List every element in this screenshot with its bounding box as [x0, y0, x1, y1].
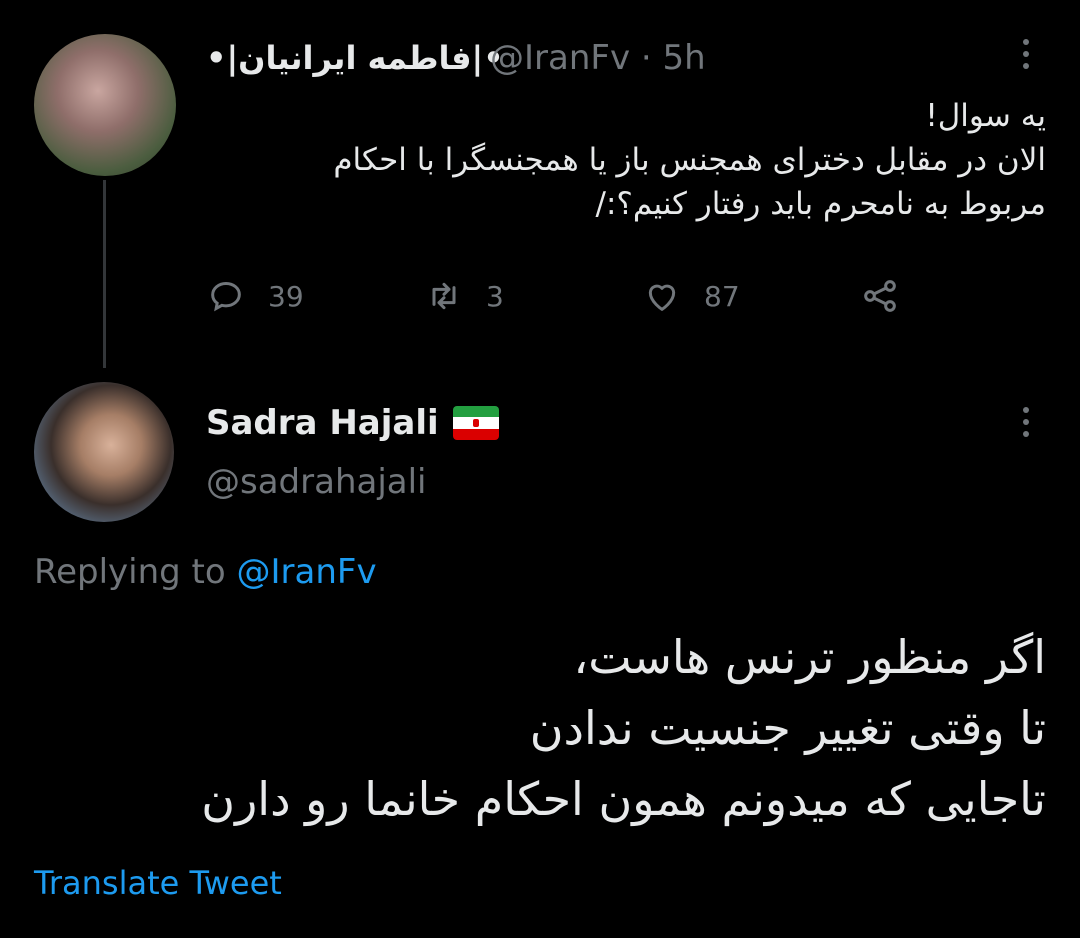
share-icon — [864, 280, 896, 312]
retweet-icon — [432, 282, 456, 310]
more-vertical-icon[interactable] — [1016, 402, 1036, 448]
reply-text: اگر منظور ترنس هاست، تا وقتی تغییر جنسیت… — [46, 622, 1046, 835]
replying-to: Replying to @IranFv — [34, 552, 377, 592]
retweet-count: 3 — [486, 279, 504, 313]
tweet-text: یه سوال! الان در مقابل دخترای همجنس باز … — [206, 94, 1046, 226]
tweet-header: •|فاطمه ایرانیان|• — [206, 36, 504, 80]
display-name[interactable]: Sadra Hajali — [206, 403, 439, 443]
replying-to-link[interactable]: @IranFv — [237, 552, 377, 592]
tweet-meta: @IranFv · 5h — [490, 36, 706, 80]
replying-prefix: Replying to — [34, 552, 226, 592]
reply-icon — [211, 281, 241, 312]
reply-text-line: اگر منظور ترنس هاست، — [573, 630, 1046, 684]
share-button[interactable] — [860, 276, 922, 316]
meta-separator: · — [640, 38, 652, 78]
tweet-text-line: یه سوال! — [925, 98, 1046, 134]
more-vertical-icon[interactable] — [1016, 34, 1036, 80]
tweet-text-line: مربوط به نامحرم باید رفتار کنیم؟:/ — [595, 186, 1047, 222]
timestamp[interactable]: 5h — [663, 38, 706, 78]
reply-text-line: تاجایی که میدونم همون احکام خانما رو دار… — [201, 772, 1046, 826]
thread-connector-line — [103, 180, 106, 368]
avatar-sadrahajali[interactable] — [34, 382, 174, 522]
display-name[interactable]: •|فاطمه ایرانیان|• — [206, 39, 504, 77]
translate-tweet-link[interactable]: Translate Tweet — [34, 864, 282, 902]
handle[interactable]: @IranFv — [490, 38, 630, 78]
handle[interactable]: @sadrahajali — [206, 462, 427, 502]
reply-button[interactable]: 39 — [206, 276, 304, 316]
iran-flag-icon — [452, 406, 499, 440]
reply-count: 39 — [268, 279, 304, 313]
reply-text-line: تا وقتی تغییر جنسیت ندادن — [529, 701, 1046, 755]
avatar-iranfv[interactable] — [34, 34, 176, 176]
like-count: 87 — [704, 279, 740, 313]
tweet-text-line: الان در مقابل دخترای همجنس باز یا همجنسگ… — [333, 142, 1046, 178]
like-button[interactable]: 87 — [642, 276, 740, 316]
retweet-button[interactable]: 3 — [424, 276, 504, 316]
reply-header: Sadra Hajali — [206, 398, 499, 448]
heart-icon — [648, 284, 676, 311]
